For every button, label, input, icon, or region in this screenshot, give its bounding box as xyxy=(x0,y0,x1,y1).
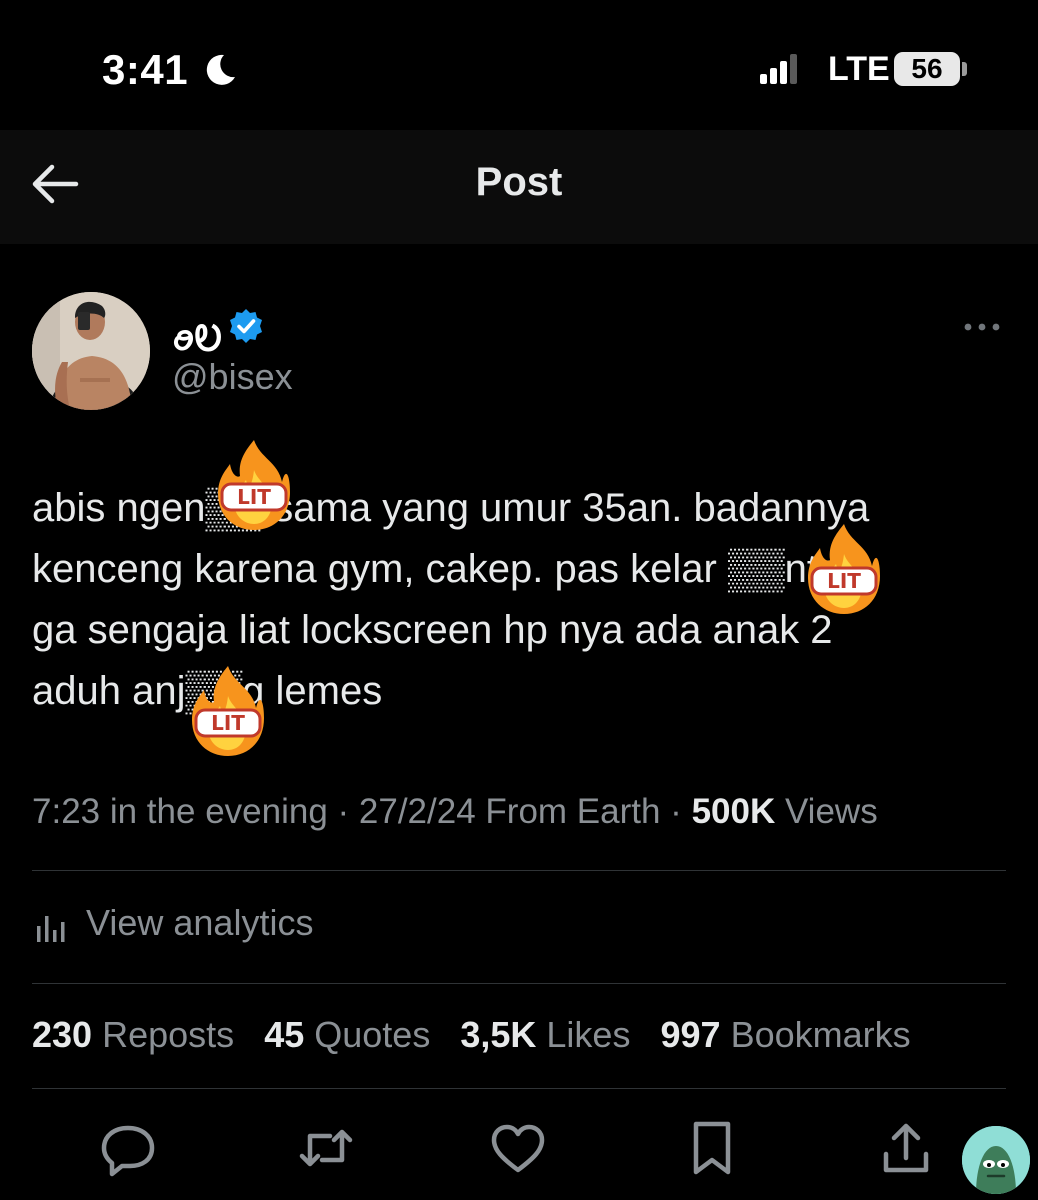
floating-avatar-button[interactable] xyxy=(962,1126,1030,1194)
author-handle[interactable]: @bisex xyxy=(172,356,293,398)
share-button[interactable] xyxy=(876,1118,936,1178)
analytics-icon xyxy=(37,916,65,942)
like-button[interactable] xyxy=(488,1118,548,1178)
sticker-label: LIT xyxy=(237,485,271,509)
fire-sticker-icon: LIT xyxy=(218,440,290,530)
bookmark-button[interactable] xyxy=(682,1118,742,1178)
repost-icon xyxy=(299,1129,353,1167)
views-count: 500K xyxy=(691,792,776,831)
top-nav-bar: Post xyxy=(0,130,1038,244)
status-time: 3:41 xyxy=(102,46,189,93)
reposts-count: 230 xyxy=(32,1014,93,1055)
frog-avatar-icon xyxy=(962,1126,1030,1194)
status-bar: 3:41 LTE 56 xyxy=(0,0,1038,130)
repost-button[interactable] xyxy=(296,1118,356,1178)
quotes-count: 45 xyxy=(264,1014,305,1055)
tweet-meta: 7:23 in the evening · 27/2/24 From Earth… xyxy=(32,792,878,832)
verified-badge-icon xyxy=(230,309,262,343)
bookmarks-label: Bookmarks xyxy=(730,1014,911,1055)
fire-sticker-icon: LIT xyxy=(808,524,880,614)
quotes-stat[interactable]: 45 Quotes xyxy=(264,1014,430,1055)
likes-label: Likes xyxy=(546,1014,631,1055)
moon-icon xyxy=(206,54,235,85)
avatar-photo xyxy=(32,292,150,410)
view-analytics-label: View analytics xyxy=(86,902,314,943)
views-label: Views xyxy=(784,792,878,831)
share-icon xyxy=(883,1123,929,1173)
divider xyxy=(32,870,1006,871)
tweet-time: 7:23 in the evening xyxy=(32,792,328,831)
bookmarks-stat[interactable]: 997 Bookmarks xyxy=(660,1014,910,1055)
quotes-label: Quotes xyxy=(314,1014,431,1055)
meta-separator: · xyxy=(660,792,692,831)
bookmarks-count: 997 xyxy=(660,1014,721,1055)
avatar[interactable] xyxy=(32,292,150,410)
battery-nub xyxy=(962,62,967,76)
battery-level: 56 xyxy=(894,52,960,86)
more-icon[interactable] xyxy=(960,312,1004,342)
network-label: LTE xyxy=(828,50,890,88)
reposts-label: Reposts xyxy=(102,1014,235,1055)
reply-icon xyxy=(101,1125,155,1177)
bookmark-icon xyxy=(693,1121,731,1175)
page-title: Post xyxy=(475,160,563,204)
tweet-line: aduh anj▒▒g lemes xyxy=(32,669,383,713)
sticker-label: LIT xyxy=(827,569,861,593)
meta-separator: · xyxy=(327,792,359,831)
likes-count: 3,5K xyxy=(460,1014,537,1055)
tweet-date-location: 27/2/24 From Earth xyxy=(358,792,661,831)
likes-stat[interactable]: 3,5K Likes xyxy=(460,1014,630,1055)
sticker-label: LIT xyxy=(211,711,245,735)
like-icon xyxy=(491,1124,545,1173)
divider xyxy=(32,1088,1006,1089)
fire-sticker-icon: LIT xyxy=(192,666,264,756)
divider xyxy=(32,983,1006,984)
signal-icon xyxy=(760,54,797,84)
engagement-stats: 230 Reposts 45 Quotes 3,5K Likes 997 Boo… xyxy=(32,1014,931,1056)
reply-button[interactable] xyxy=(98,1118,158,1178)
reposts-stat[interactable]: 230 Reposts xyxy=(32,1014,234,1055)
